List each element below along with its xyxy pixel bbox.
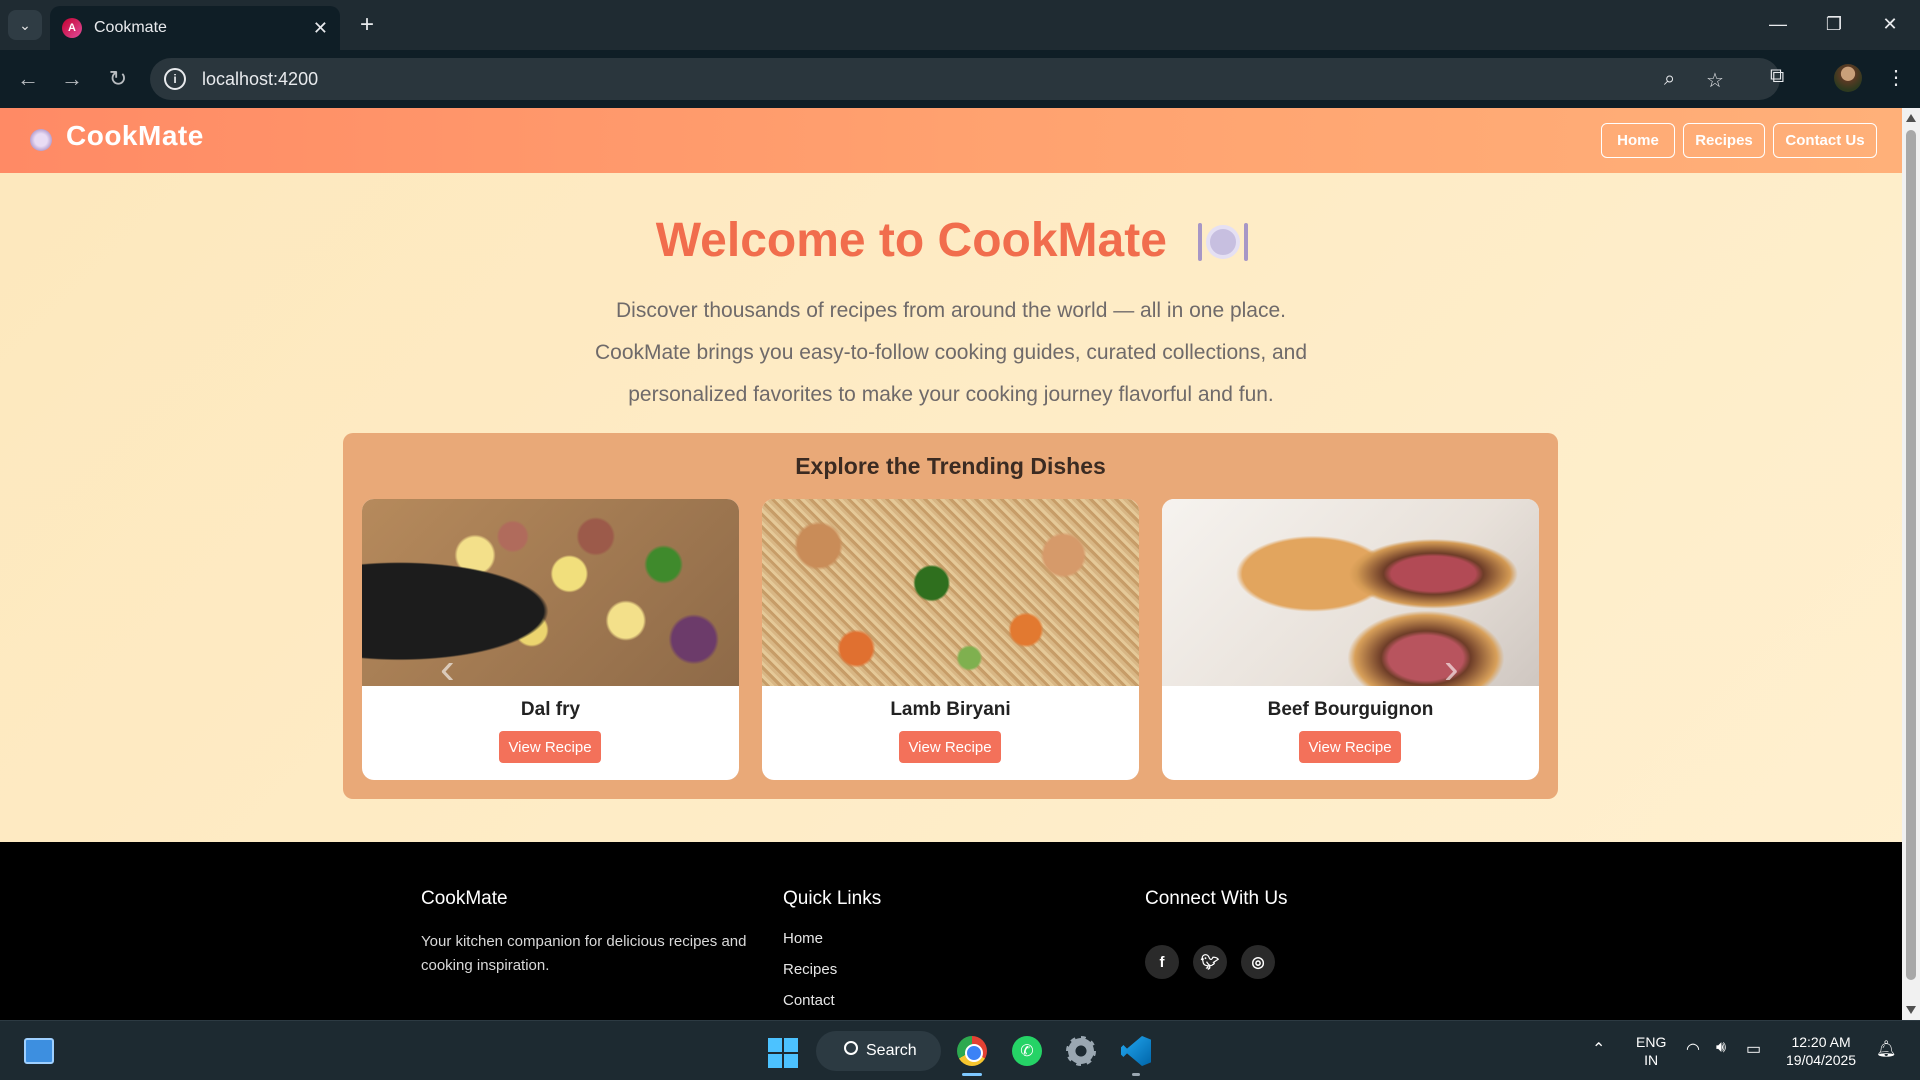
footer-link-recipes[interactable]: Recipes: [783, 961, 837, 978]
footer-brand-heading: CookMate: [421, 888, 508, 909]
footer-links-heading: Quick Links: [783, 888, 882, 909]
footer-link-home[interactable]: Home: [783, 930, 823, 947]
url-text[interactable]: localhost:4200: [202, 69, 318, 90]
nav-home[interactable]: Home: [1601, 123, 1675, 158]
hero-title-text: Welcome to CookMate: [655, 214, 1167, 267]
taskbar: Search ✆ ⌃ ENG IN ◠ 🔊︎ ▭ 12:20 AM 19/04/…: [0, 1020, 1920, 1080]
footer-link-contact[interactable]: Contact: [783, 992, 835, 1009]
bookmark-star-icon[interactable]: ☆: [1706, 68, 1724, 93]
hero-description: Discover thousands of recipes from aroun…: [594, 299, 1308, 406]
twitter-icon[interactable]: 🐦︎: [1193, 945, 1227, 979]
browser-menu-icon[interactable]: ⋮: [1886, 65, 1906, 90]
zoom-icon[interactable]: ⌕: [1664, 68, 1675, 91]
scroll-down-arrow-icon[interactable]: [1906, 1006, 1916, 1014]
language-region: IN: [1644, 1052, 1659, 1068]
search-icon: [844, 1041, 858, 1055]
browser-toolbar: ← → ↻ i localhost:4200 ⌕ ☆ ⧉ ⋮: [0, 50, 1920, 108]
tab-title: Cookmate: [94, 19, 167, 36]
clock-date: 19/04/2025: [1786, 1052, 1857, 1068]
site-header: CookMate Home Recipes Contact Us: [0, 108, 1902, 173]
new-tab-button[interactable]: +: [352, 10, 382, 40]
recipe-card: Dal fry View Recipe ‹: [362, 499, 739, 780]
language-indicator[interactable]: ENG IN: [1636, 1033, 1666, 1069]
minimize-button[interactable]: —: [1758, 8, 1798, 40]
vscode-taskbar-icon[interactable]: [1116, 1031, 1156, 1071]
plate-cutlery-icon: [1198, 223, 1249, 263]
whatsapp-taskbar-icon[interactable]: ✆: [1007, 1031, 1047, 1071]
taskbar-search[interactable]: Search: [816, 1031, 941, 1071]
chrome-taskbar-icon[interactable]: [952, 1031, 992, 1071]
hero-heading: Welcome to CookMate: [0, 213, 1902, 268]
notification-bell-icon[interactable]: 🔔︎: [1876, 1039, 1896, 1059]
footer-brand-text: Your kitchen companion for delicious rec…: [421, 933, 747, 974]
brand-name[interactable]: CookMate: [66, 120, 204, 152]
page-viewport: CookMate Home Recipes Contact Us Welcome…: [0, 108, 1902, 1020]
battery-icon[interactable]: ▭: [1746, 1039, 1761, 1059]
taskbar-search-label: Search: [866, 1042, 917, 1059]
clock-time: 12:20 AM: [1791, 1034, 1851, 1050]
widgets-icon[interactable]: [24, 1038, 54, 1064]
wifi-icon[interactable]: ◠: [1686, 1039, 1700, 1059]
instagram-icon[interactable]: ◎: [1241, 945, 1275, 979]
clock[interactable]: 12:20 AM 19/04/2025: [1786, 1033, 1856, 1069]
start-button[interactable]: [768, 1038, 798, 1068]
carousel-prev-icon[interactable]: ‹: [440, 644, 455, 694]
address-bar[interactable]: i localhost:4200 ⌕ ☆: [150, 58, 1780, 100]
chrome-active-indicator: [962, 1073, 982, 1076]
forward-button[interactable]: →: [54, 62, 90, 96]
browser-tab[interactable]: A Cookmate ✕: [50, 6, 340, 50]
trending-title: Explore the Trending Dishes: [795, 453, 1106, 479]
tray-chevron-up-icon[interactable]: ⌃: [1592, 1039, 1605, 1059]
settings-taskbar-icon[interactable]: [1061, 1031, 1101, 1071]
view-recipe-button[interactable]: View Recipe: [1299, 731, 1401, 763]
brand-logo-icon: [30, 129, 52, 151]
vscode-running-indicator: [1132, 1073, 1140, 1076]
nav-recipes[interactable]: Recipes: [1683, 123, 1765, 158]
nav-contact-us[interactable]: Contact Us: [1773, 123, 1877, 158]
view-recipe-button[interactable]: View Recipe: [499, 731, 601, 763]
angular-favicon-icon: A: [62, 18, 82, 38]
back-button[interactable]: ←: [10, 62, 46, 96]
facebook-icon[interactable]: f: [1145, 945, 1179, 979]
browser-tab-bar: ⌄ A Cookmate ✕ + — ❐ ✕: [0, 0, 1920, 50]
dal-fry-image: [362, 499, 739, 686]
restore-button[interactable]: ❐: [1814, 8, 1854, 40]
recipe-card-title: Beef Bourguignon: [1267, 699, 1434, 720]
carousel-next-icon[interactable]: ›: [1444, 644, 1459, 694]
tab-search-button[interactable]: ⌄: [8, 10, 42, 40]
scroll-thumb[interactable]: [1906, 130, 1916, 980]
tab-close-icon[interactable]: ✕: [313, 18, 328, 39]
scroll-up-arrow-icon[interactable]: [1906, 114, 1916, 122]
footer-social-heading: Connect With Us: [1145, 888, 1288, 909]
view-recipe-button[interactable]: View Recipe: [899, 731, 1001, 763]
volume-icon[interactable]: 🔊︎: [1716, 1039, 1726, 1057]
recipe-card: Beef Bourguignon View Recipe ›: [1162, 499, 1539, 780]
trending-section: Explore the Trending Dishes Dal fry View…: [343, 433, 1558, 799]
recipe-card: Lamb Biryani View Recipe: [762, 499, 1139, 780]
site-footer: CookMate Your kitchen companion for deli…: [0, 842, 1902, 1020]
reload-button[interactable]: ↻: [100, 62, 136, 96]
recipe-card-title: Dal fry: [520, 699, 581, 720]
profile-avatar[interactable]: [1834, 64, 1862, 92]
recipe-card-title: Lamb Biryani: [890, 699, 1011, 720]
close-window-button[interactable]: ✕: [1870, 8, 1910, 40]
lamb-biryani-image: [762, 499, 1139, 686]
site-info-icon[interactable]: i: [164, 68, 186, 90]
extensions-icon[interactable]: ⧉: [1770, 65, 1784, 88]
page-scrollbar[interactable]: [1902, 108, 1920, 1020]
beef-bourguignon-image: [1162, 499, 1539, 686]
language-code: ENG: [1636, 1034, 1667, 1050]
